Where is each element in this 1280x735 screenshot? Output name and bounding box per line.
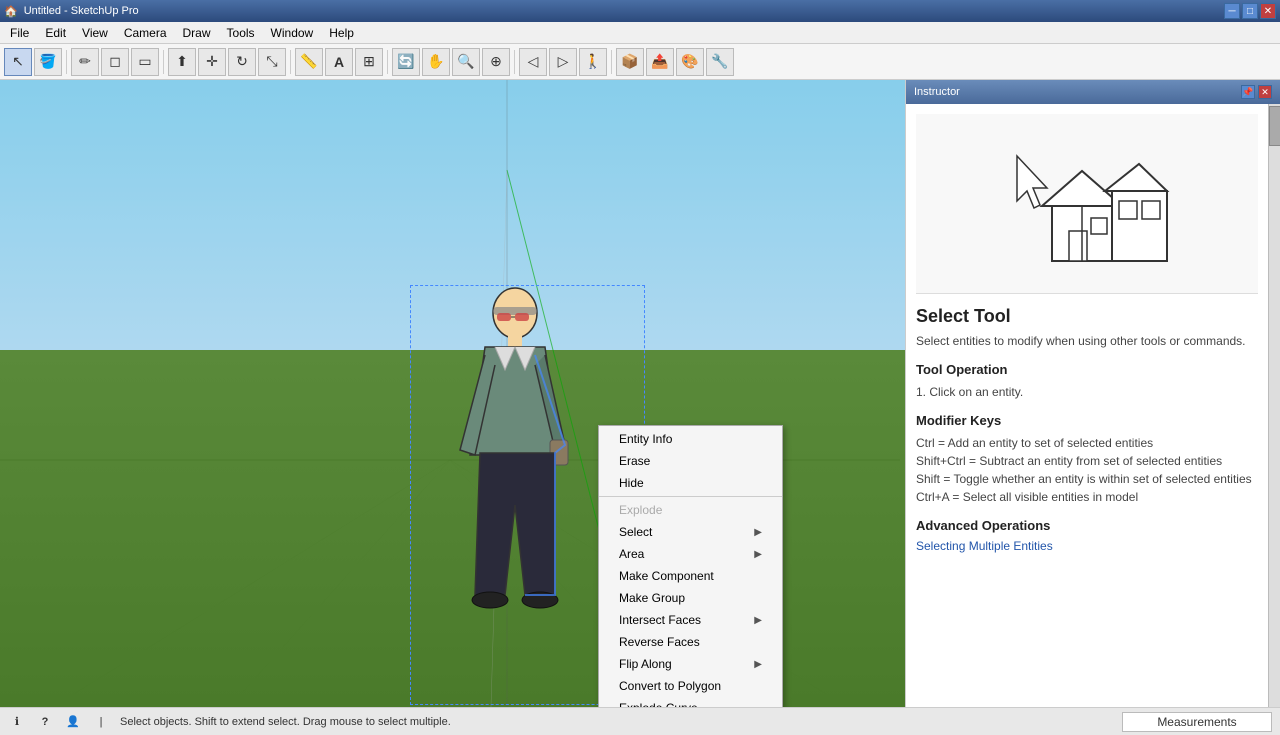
close-button[interactable]: ✕ bbox=[1260, 3, 1276, 19]
context-menu: Entity Info Erase Hide Explode Select ▶ … bbox=[598, 425, 783, 707]
instructor-operation-title: Tool Operation bbox=[916, 362, 1258, 377]
pencil-tool-button[interactable]: ✏ bbox=[71, 48, 99, 76]
menu-edit[interactable]: Edit bbox=[37, 24, 74, 42]
minimize-button[interactable]: ─ bbox=[1224, 3, 1240, 19]
ctx-intersect-faces[interactable]: Intersect Faces ▶ bbox=[599, 609, 782, 631]
ctx-explode-curve[interactable]: Explode Curve bbox=[599, 697, 782, 707]
share-model-button[interactable]: 📤 bbox=[646, 48, 674, 76]
house-illustration-svg bbox=[997, 126, 1177, 281]
measurements-panel: Measurements bbox=[1122, 712, 1272, 732]
instructor-header: Instructor 📌 ✕ bbox=[906, 80, 1280, 104]
tape-tool-button[interactable]: 📏 bbox=[295, 48, 323, 76]
instructor-pin-button[interactable]: 📌 bbox=[1241, 85, 1255, 99]
axes-tool-button[interactable]: ⊞ bbox=[355, 48, 383, 76]
menu-window[interactable]: Window bbox=[263, 24, 322, 42]
menu-file[interactable]: File bbox=[2, 24, 37, 42]
instructor-content: Select Tool Select entities to modify wh… bbox=[906, 104, 1268, 707]
ctx-hide[interactable]: Hide bbox=[599, 472, 782, 494]
menubar: File Edit View Camera Draw Tools Window … bbox=[0, 22, 1280, 44]
ctx-erase[interactable]: Erase bbox=[599, 450, 782, 472]
move-tool-button[interactable]: ✛ bbox=[198, 48, 226, 76]
instructor-panel: Instructor 📌 ✕ bbox=[905, 80, 1280, 707]
menu-view[interactable]: View bbox=[74, 24, 116, 42]
viewport[interactable]: Entity Info Erase Hide Explode Select ▶ … bbox=[0, 80, 905, 707]
titlebar-title: 🏠 Untitled - SketchUp Pro bbox=[4, 5, 139, 18]
pan-tool-button[interactable]: ✋ bbox=[422, 48, 450, 76]
ctx-reverse-faces[interactable]: Reverse Faces bbox=[599, 631, 782, 653]
status-extra-icon[interactable]: | bbox=[92, 713, 110, 731]
status-info-icon[interactable]: ℹ bbox=[8, 713, 26, 731]
share-component-button[interactable]: 🎨 bbox=[676, 48, 704, 76]
toolbar-separator-3 bbox=[290, 50, 291, 74]
instructor-illustration bbox=[916, 114, 1258, 294]
ctx-flip-along[interactable]: Flip Along ▶ bbox=[599, 653, 782, 675]
main-area: Entity Info Erase Hide Explode Select ▶ … bbox=[0, 80, 1280, 707]
ctx-intersect-arrow: ▶ bbox=[754, 615, 762, 626]
pushpull-tool-button[interactable]: ⬆ bbox=[168, 48, 196, 76]
toolbar-separator-1 bbox=[66, 50, 67, 74]
rotate-tool-button[interactable]: ↻ bbox=[228, 48, 256, 76]
ctx-make-group[interactable]: Make Group bbox=[599, 587, 782, 609]
toolbar-separator-4 bbox=[387, 50, 388, 74]
ctx-select[interactable]: Select ▶ bbox=[599, 521, 782, 543]
get-models-button[interactable]: 📦 bbox=[616, 48, 644, 76]
instructor-advanced-link[interactable]: Selecting Multiple Entities bbox=[916, 539, 1053, 553]
scrollbar-thumb[interactable] bbox=[1269, 106, 1280, 146]
ctx-explode: Explode bbox=[599, 499, 782, 521]
instructor-advanced-title: Advanced Operations bbox=[916, 518, 1258, 533]
app-icon: 🏠 bbox=[4, 5, 18, 18]
walk-button[interactable]: 🚶 bbox=[579, 48, 607, 76]
instructor-operation-text: 1. Click on an entity. bbox=[916, 383, 1258, 401]
instructor-title: Instructor bbox=[914, 86, 960, 98]
ctx-entity-info[interactable]: Entity Info bbox=[599, 428, 782, 450]
zoom-extent-button[interactable]: ⊕ bbox=[482, 48, 510, 76]
menu-draw[interactable]: Draw bbox=[175, 24, 219, 42]
ctx-flip-arrow: ▶ bbox=[754, 659, 762, 670]
menu-help[interactable]: Help bbox=[321, 24, 362, 42]
toolbar: ↖ 🪣 ✏ ◻ ▭ ⬆ ✛ ↻ ⤡ 📏 A ⊞ 🔄 ✋ 🔍 ⊕ ◁ ▷ 🚶 📦 … bbox=[0, 44, 1280, 80]
extension-button[interactable]: 🔧 bbox=[706, 48, 734, 76]
ctx-area[interactable]: Area ▶ bbox=[599, 543, 782, 565]
eraser-tool-button[interactable]: ◻ bbox=[101, 48, 129, 76]
menu-camera[interactable]: Camera bbox=[116, 24, 175, 42]
zoom-tool-button[interactable]: 🔍 bbox=[452, 48, 480, 76]
titlebar: 🏠 Untitled - SketchUp Pro ─ □ ✕ bbox=[0, 0, 1280, 22]
titlebar-controls: ─ □ ✕ bbox=[1224, 3, 1276, 19]
ctx-sep-1 bbox=[599, 496, 782, 497]
statusbar: ℹ ? 👤 | Select objects. Shift to extend … bbox=[0, 707, 1280, 735]
toolbar-separator-6 bbox=[611, 50, 612, 74]
ctx-select-arrow: ▶ bbox=[754, 527, 762, 538]
instructor-modifier-title: Modifier Keys bbox=[916, 413, 1258, 428]
status-help-icon[interactable]: ? bbox=[36, 713, 54, 731]
rectangle-tool-button[interactable]: ▭ bbox=[131, 48, 159, 76]
instructor-tool-desc: Select entities to modify when using oth… bbox=[916, 333, 1258, 350]
status-user-icon[interactable]: 👤 bbox=[64, 713, 82, 731]
instructor-scrollbar[interactable] bbox=[1268, 104, 1280, 707]
app-title: Untitled - SketchUp Pro bbox=[24, 5, 139, 17]
instructor-tool-title: Select Tool bbox=[916, 306, 1258, 327]
instructor-modifier-text: Ctrl = Add an entity to set of selected … bbox=[916, 434, 1258, 506]
orbit-tool-button[interactable]: 🔄 bbox=[392, 48, 420, 76]
toolbar-separator-5 bbox=[514, 50, 515, 74]
toolbar-separator-2 bbox=[163, 50, 164, 74]
measurements-label: Measurements bbox=[1157, 715, 1236, 729]
paint-tool-button[interactable]: 🪣 bbox=[34, 48, 62, 76]
ctx-convert-polygon[interactable]: Convert to Polygon bbox=[599, 675, 782, 697]
ctx-make-component[interactable]: Make Component bbox=[599, 565, 782, 587]
scale-tool-button[interactable]: ⤡ bbox=[258, 48, 286, 76]
maximize-button[interactable]: □ bbox=[1242, 3, 1258, 19]
ctx-area-arrow: ▶ bbox=[754, 549, 762, 560]
text-tool-button[interactable]: A bbox=[325, 48, 353, 76]
instructor-close-button[interactable]: ✕ bbox=[1258, 85, 1272, 99]
status-text: Select objects. Shift to extend select. … bbox=[120, 716, 451, 728]
select-tool-button[interactable]: ↖ bbox=[4, 48, 32, 76]
menu-tools[interactable]: Tools bbox=[219, 24, 263, 42]
next-view-button[interactable]: ▷ bbox=[549, 48, 577, 76]
prev-view-button[interactable]: ◁ bbox=[519, 48, 547, 76]
